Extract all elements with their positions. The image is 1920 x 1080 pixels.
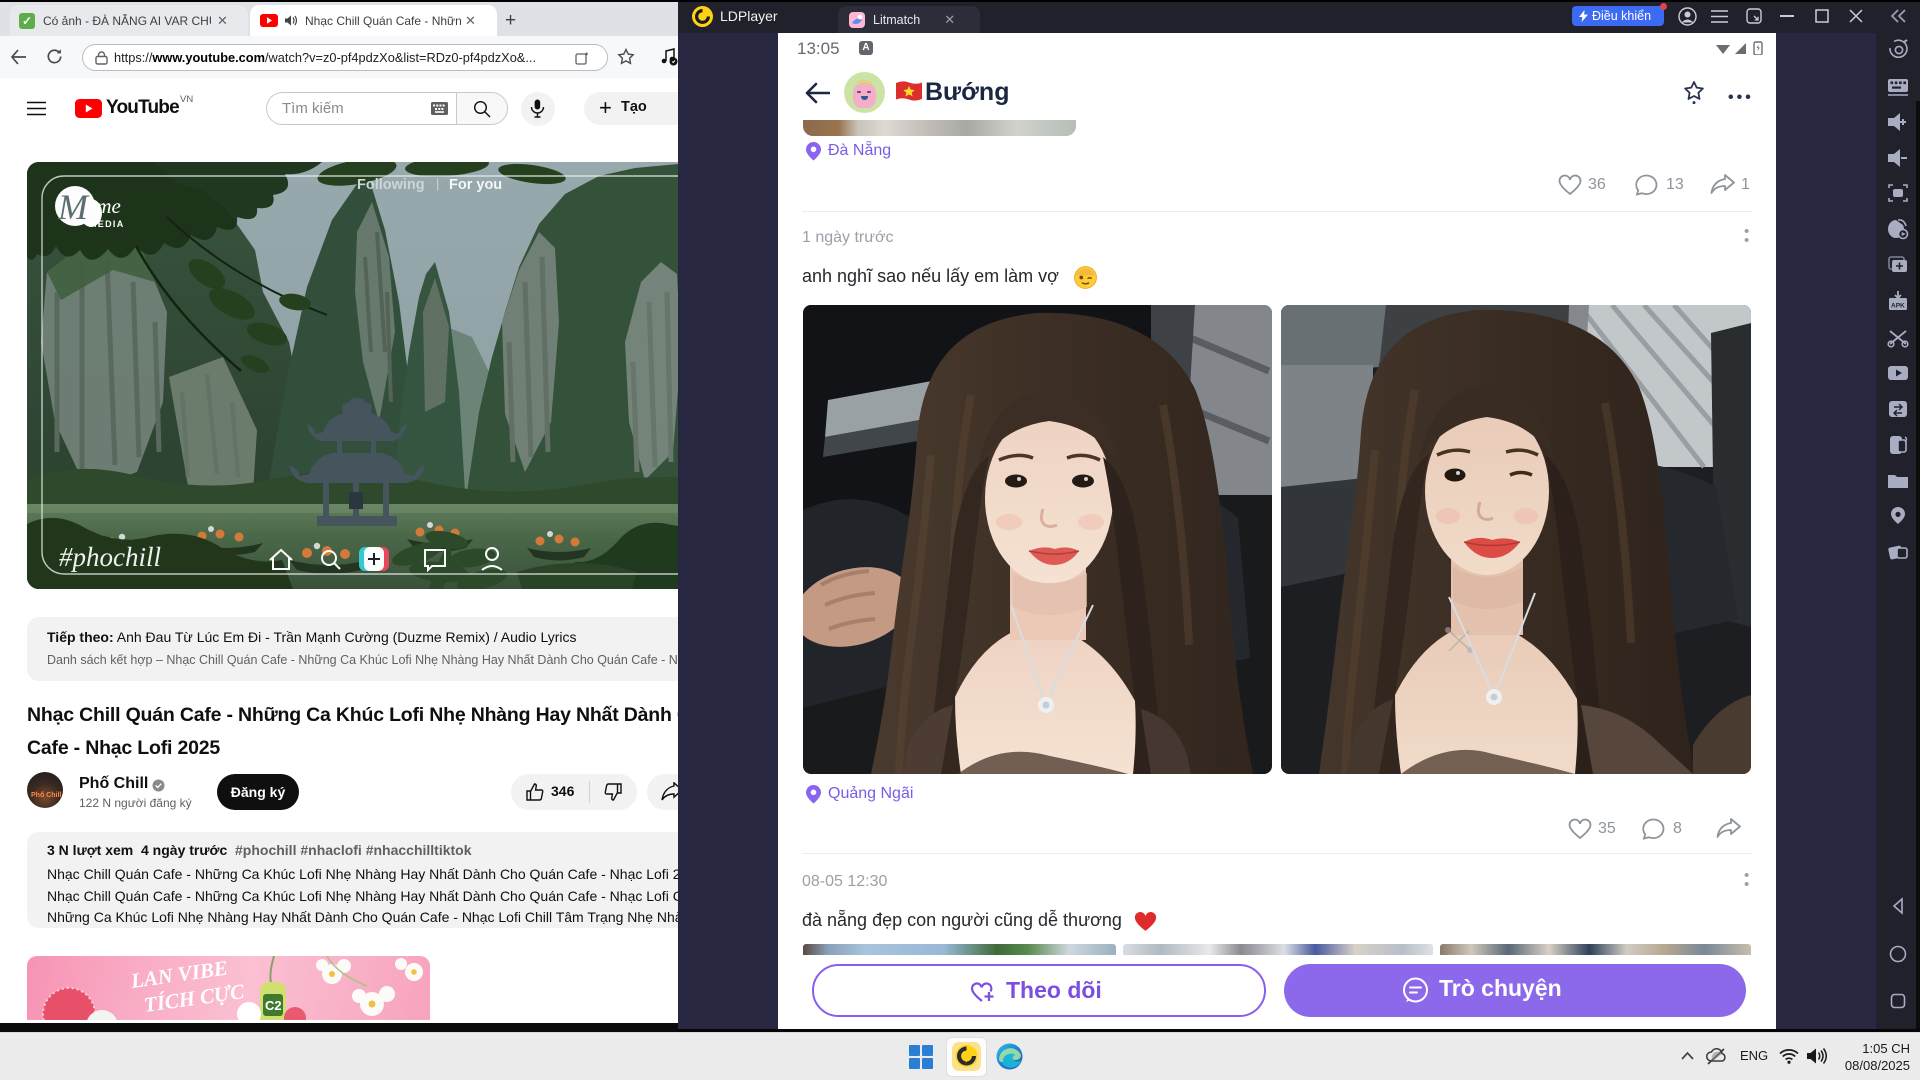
svg-text:APK: APK (1891, 303, 1905, 310)
svg-text:MEDIA: MEDIA (89, 219, 125, 229)
svg-text:|: | (436, 176, 439, 191)
svg-text:For you: For you (449, 177, 502, 193)
svg-text:#phochill: #phochill (59, 542, 161, 572)
svg-text:C2: C2 (265, 998, 282, 1013)
svg-text:Following: Following (357, 177, 425, 193)
svg-text:M: M (57, 187, 90, 227)
svg-text:eme: eme (87, 194, 121, 218)
